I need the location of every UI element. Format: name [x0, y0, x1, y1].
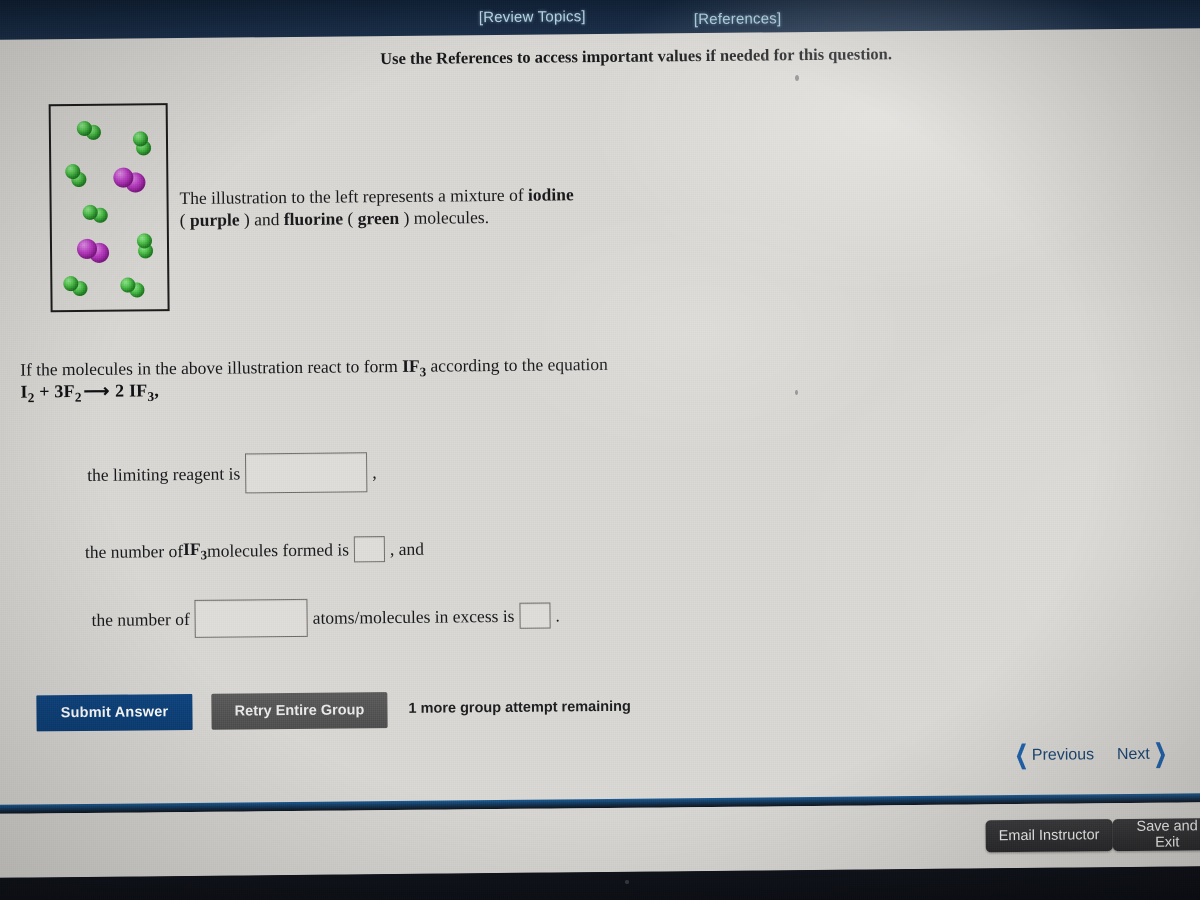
- save-and-exit-button[interactable]: Save and Exit: [1112, 818, 1200, 852]
- caption-conjunction: and: [254, 208, 280, 229]
- monitor-panel: [Review Topics] [References] Use the Ref…: [0, 0, 1200, 900]
- eq-trailing-comma: ,: [154, 380, 160, 401]
- atom-fluorine: [65, 163, 81, 180]
- retry-entire-group-button[interactable]: Retry Entire Group: [211, 692, 388, 730]
- limiting-reagent-label: the limiting reagent is: [87, 462, 241, 485]
- submit-answer-button[interactable]: Submit Answer: [36, 693, 193, 732]
- photographed-screen: [Review Topics] [References] Use the Ref…: [0, 0, 1200, 900]
- caption-paren-close: ): [243, 208, 250, 229]
- caption-species-iodine: iodine: [527, 184, 574, 205]
- caption-color-green: green: [357, 207, 400, 228]
- atom-iodine: [113, 167, 134, 188]
- answer-row-molecules-formed: the number of IF3 molecules formed is , …: [85, 536, 424, 565]
- molecules-formed-label-a: the number of: [84, 540, 184, 562]
- caption-species-fluorine: fluorine: [283, 207, 344, 229]
- previous-link[interactable]: ❮ Previous: [1011, 740, 1095, 770]
- previous-label: Previous: [1031, 745, 1095, 764]
- excess-label-after: .: [555, 604, 560, 625]
- atom-fluorine: [136, 233, 153, 249]
- illustration-caption: The illustration to the left represents …: [179, 184, 579, 231]
- caption-paren-open: (: [179, 209, 186, 230]
- limiting-reagent-comma: ,: [372, 461, 377, 482]
- next-label: Next: [1116, 745, 1150, 763]
- atom-fluorine: [132, 131, 149, 147]
- attempts-remaining-text: 1 more group attempt remaining: [408, 698, 631, 717]
- molecules-formed-symbol: IF: [182, 538, 201, 559]
- review-topics-link[interactable]: [Review Topics]: [479, 8, 586, 26]
- molecule-group: [51, 105, 166, 298]
- question-page: Use the References to access important v…: [0, 28, 1200, 878]
- chevron-left-icon: ❮: [1014, 740, 1029, 770]
- excess-species-input[interactable]: [194, 598, 308, 638]
- eq-product-symbol: IF: [128, 380, 148, 401]
- eq-product-coeff: 2: [115, 380, 125, 401]
- references-instruction: Use the References to access important v…: [380, 44, 893, 69]
- eq-plus: +: [39, 381, 50, 402]
- atom-fluorine: [76, 120, 92, 137]
- excess-label-middle: atoms/molecules in excess is: [312, 605, 515, 628]
- next-link[interactable]: Next ❯: [1116, 739, 1171, 768]
- atom-fluorine: [120, 277, 136, 293]
- footer-bar: Email Instructor Save and Exit: [0, 802, 1200, 878]
- chevron-right-icon: ❯: [1153, 739, 1167, 768]
- molecules-formed-label-b: molecules formed is: [206, 538, 350, 561]
- caption-paren-close-2: ): [403, 207, 410, 228]
- references-link[interactable]: [References]: [694, 10, 782, 28]
- eq-reactant-1-sub: 2: [27, 390, 35, 406]
- atom-fluorine: [63, 276, 79, 292]
- atom-iodine: [76, 238, 98, 260]
- atom-fluorine: [82, 204, 98, 220]
- product-formula-inline: IF3: [402, 355, 426, 379]
- statement-part-2: according to the equation: [426, 353, 608, 376]
- statement-part-1: If the molecules in the above illustrati…: [20, 355, 403, 380]
- product-symbol: IF: [402, 355, 420, 376]
- answer-row-limiting-reagent: the limiting reagent is ,: [87, 452, 377, 495]
- excess-amount-input[interactable]: [519, 602, 551, 629]
- caption-paren-open-2: (: [347, 207, 354, 228]
- limiting-reagent-input[interactable]: [245, 452, 368, 494]
- eq-reactant-2: F: [63, 381, 75, 402]
- eq-reactant-2-coeff: 3: [54, 381, 64, 402]
- caption-tail: molecules.: [413, 206, 490, 228]
- molecules-formed-formula: IF3: [183, 539, 207, 564]
- answer-row-excess: the number of atoms/molecules in excess …: [91, 596, 560, 638]
- molecules-formed-input[interactable]: [353, 536, 386, 563]
- caption-lead: The illustration to the left represents …: [179, 184, 524, 209]
- email-instructor-button[interactable]: Email Instructor: [985, 819, 1113, 853]
- excess-label-before: the number of: [91, 608, 190, 630]
- eq-arrow-icon: ⟶: [83, 380, 109, 401]
- molecule-illustration-box: [48, 103, 170, 313]
- molecules-formed-tail: , and: [389, 538, 425, 559]
- caption-color-purple: purple: [189, 208, 240, 230]
- balanced-equation: I2 + 3F2⟶ 2 IF3,: [20, 380, 159, 406]
